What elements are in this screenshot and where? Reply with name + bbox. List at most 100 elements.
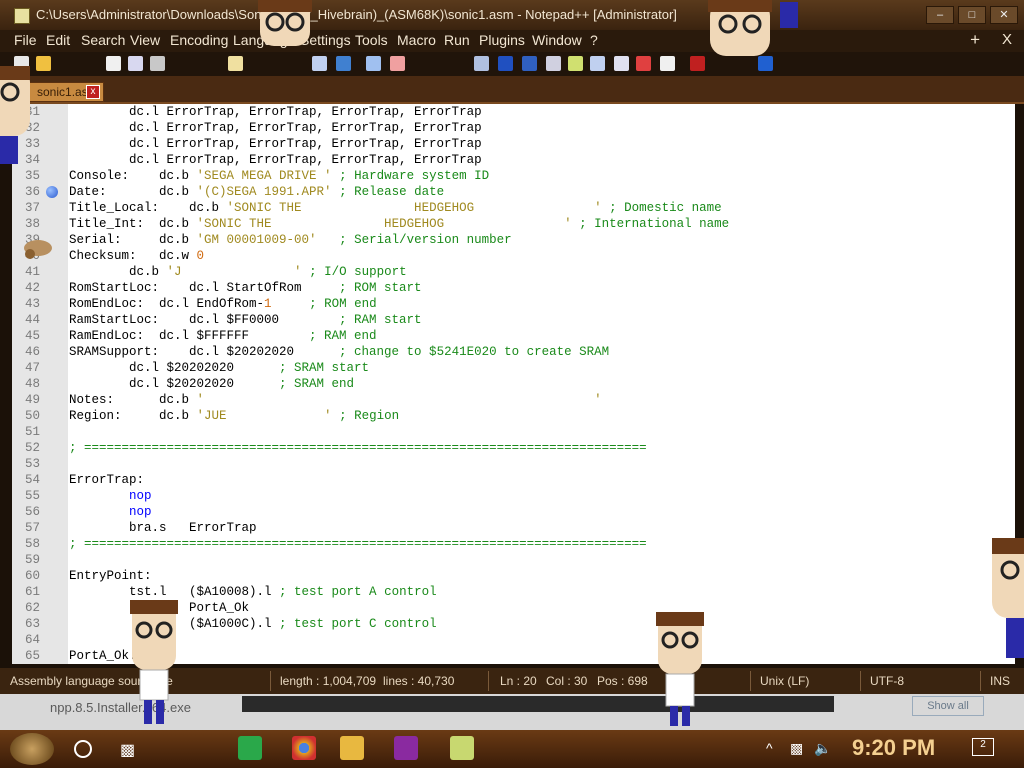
code-line[interactable]: 58 ; ====================================… — [12, 536, 1015, 552]
code-line[interactable]: 33 dc.l ErrorTrap, ErrorTrap, ErrorTrap,… — [12, 136, 1015, 152]
code-token: ; Release date — [331, 185, 445, 199]
code-editor[interactable]: 31 dc.l ErrorTrap, ErrorTrap, ErrorTrap,… — [12, 104, 1015, 664]
code-line[interactable]: 51 — [12, 424, 1015, 440]
code-line[interactable]: 55 nop — [12, 488, 1015, 504]
zoom-in-icon[interactable] — [366, 56, 381, 71]
code-line[interactable]: 31 dc.l ErrorTrap, ErrorTrap, ErrorTrap,… — [12, 104, 1015, 120]
code-line[interactable]: 34 dc.l ErrorTrap, ErrorTrap, ErrorTrap,… — [12, 152, 1015, 168]
menu-edit[interactable]: Edit — [46, 32, 70, 48]
menu-plugins[interactable]: Plugins — [479, 32, 525, 48]
start-button[interactable] — [10, 733, 54, 765]
new-tab-icon[interactable]: + — [970, 30, 980, 50]
tab-close-icon[interactable]: x — [86, 85, 100, 99]
notification-icon[interactable]: 2 — [972, 738, 994, 756]
code-line[interactable]: 40Checksum: dc.w 0 — [12, 248, 1015, 264]
notepad-plus-plus-taskbar-icon[interactable] — [450, 736, 474, 760]
minimize-button[interactable]: – — [926, 6, 954, 24]
code-token: dc.l ErrorTrap, ErrorTrap, ErrorTrap, Er… — [69, 153, 482, 167]
line-number: 56 — [24, 505, 40, 519]
window-controls: – □ ✕ — [926, 6, 1018, 24]
code-token: nop — [69, 505, 152, 519]
menu-file[interactable]: File — [14, 32, 37, 48]
code-token: RomStartLoc: dc.l StartOfRom — [69, 281, 340, 295]
code-token: ; change to $5241E020 to create SRAM — [339, 345, 610, 359]
code-line[interactable]: 32 dc.l ErrorTrap, ErrorTrap, ErrorTrap,… — [12, 120, 1015, 136]
menu-macro[interactable]: Macro — [397, 32, 436, 48]
save-all-icon[interactable] — [128, 56, 143, 71]
close-tab-icon[interactable]: X — [1002, 31, 1012, 48]
menu-help[interactable]: ? — [590, 32, 598, 48]
code-token: dc.l $20202020 — [69, 361, 280, 375]
volume-icon[interactable]: 🔈 — [814, 740, 831, 757]
money-app-icon[interactable] — [394, 736, 418, 760]
code-line[interactable]: 45 RamEndLoc: dc.l $FFFFFF ; RAM end — [12, 328, 1015, 344]
code-text: Notes: dc.b ' ' — [69, 392, 602, 408]
clock[interactable]: 9:20 PM — [852, 735, 935, 761]
menu-encoding[interactable]: Encoding — [170, 32, 228, 48]
status-insert-mode[interactable]: INS — [990, 674, 1010, 688]
function-list-icon[interactable] — [590, 56, 605, 71]
status-divider — [750, 671, 751, 691]
menu-view[interactable]: View — [130, 32, 160, 48]
print-icon[interactable] — [150, 56, 165, 71]
code-line[interactable]: 53 — [12, 456, 1015, 472]
code-line[interactable]: 42 RomStartLoc: dc.l StartOfRom ; ROM sta… — [12, 280, 1015, 296]
code-line[interactable]: 61 tst.l ($A10008).l ; test port A contr… — [12, 584, 1015, 600]
code-line[interactable]: 36 Date: dc.b '(C)SEGA 1991.APR' ; Releas… — [12, 184, 1015, 200]
code-line[interactable]: 56 nop — [12, 504, 1015, 520]
chrome-icon[interactable] — [292, 736, 316, 760]
code-line[interactable]: 49 Notes: dc.b ' ' — [12, 392, 1015, 408]
menu-search[interactable]: Search — [81, 32, 125, 48]
code-line[interactable]: 38 Title_Int: dc.b 'SONIC THE HEDGEHOG ' … — [12, 216, 1015, 232]
maximize-button[interactable]: □ — [958, 6, 986, 24]
code-line[interactable]: 48 dc.l $20202020 ; SRAM end — [12, 376, 1015, 392]
replace-icon[interactable] — [336, 56, 351, 71]
doc-map-icon[interactable] — [568, 56, 583, 71]
code-line[interactable]: 52 ; ====================================… — [12, 440, 1015, 456]
code-line[interactable]: 59 — [12, 552, 1015, 568]
preview-icon[interactable] — [660, 56, 675, 71]
menu-window[interactable]: Window — [532, 32, 582, 48]
spreadsheet-app-icon[interactable] — [238, 736, 262, 760]
search-circle-icon[interactable] — [74, 740, 92, 758]
line-number: 44 — [24, 313, 40, 327]
language-icon[interactable] — [546, 56, 561, 71]
code-line[interactable]: 60 EntryPoint: — [12, 568, 1015, 584]
code-line[interactable]: 57 bra.s ErrorTrap — [12, 520, 1015, 536]
paste-icon[interactable] — [228, 56, 243, 71]
code-token: Region: dc.b — [69, 409, 197, 423]
code-line[interactable]: 37 Title_Local: dc.b 'SONIC THE HEDGEHOG … — [12, 200, 1015, 216]
zoom-out-icon[interactable] — [390, 56, 405, 71]
save-icon[interactable] — [106, 56, 121, 71]
code-line[interactable]: 50 Region: dc.b 'JUE ' ; Region — [12, 408, 1015, 424]
task-view-icon[interactable]: ▩ — [120, 740, 135, 760]
code-line[interactable]: 43 RomEndLoc: dc.l EndOfRom-1 ; ROM end — [12, 296, 1015, 312]
code-text: dc.l ErrorTrap, ErrorTrap, ErrorTrap, Er… — [69, 104, 482, 120]
monitoring-icon[interactable] — [636, 56, 651, 71]
code-line[interactable]: 41 dc.b 'J ' ; I/O support — [12, 264, 1015, 280]
menu-run[interactable]: Run — [444, 32, 470, 48]
status-eol[interactable]: Unix (LF) — [760, 674, 809, 688]
menu-tools[interactable]: Tools — [355, 32, 388, 48]
code-text: RamEndLoc: dc.l $FFFFFF ; RAM end — [69, 328, 377, 344]
code-line[interactable]: 46 SRAMSupport: dc.l $20202020 ; change t… — [12, 344, 1015, 360]
find-icon[interactable] — [312, 56, 327, 71]
status-length: length : 1,004,709 — [280, 674, 377, 688]
code-line[interactable]: 39 Serial: dc.b 'GM 00001009-00' ; Serial… — [12, 232, 1015, 248]
bookmark-icon[interactable] — [46, 186, 58, 198]
show-all-button[interactable]: Show all — [912, 696, 984, 716]
code-line[interactable]: 47 dc.l $20202020 ; SRAM start — [12, 360, 1015, 376]
file-explorer-icon[interactable] — [340, 736, 364, 760]
folder-workspace-icon[interactable] — [614, 56, 629, 71]
close-window-button[interactable]: ✕ — [990, 6, 1018, 24]
status-encoding[interactable]: UTF-8 — [870, 674, 904, 688]
show-symbols-icon[interactable] — [498, 56, 513, 71]
line-number: 52 — [24, 441, 40, 455]
word-wrap-icon[interactable] — [474, 56, 489, 71]
network-icon[interactable]: ▩ — [790, 740, 803, 757]
indent-guide-icon[interactable] — [522, 56, 537, 71]
code-line[interactable]: 44 RamStartLoc: dc.l $FF0000 ; RAM start — [12, 312, 1015, 328]
code-line[interactable]: 35 Console: dc.b 'SEGA MEGA DRIVE ' ; Har… — [12, 168, 1015, 184]
chevron-up-icon[interactable]: ^ — [766, 740, 773, 756]
code-line[interactable]: 54 ErrorTrap: — [12, 472, 1015, 488]
